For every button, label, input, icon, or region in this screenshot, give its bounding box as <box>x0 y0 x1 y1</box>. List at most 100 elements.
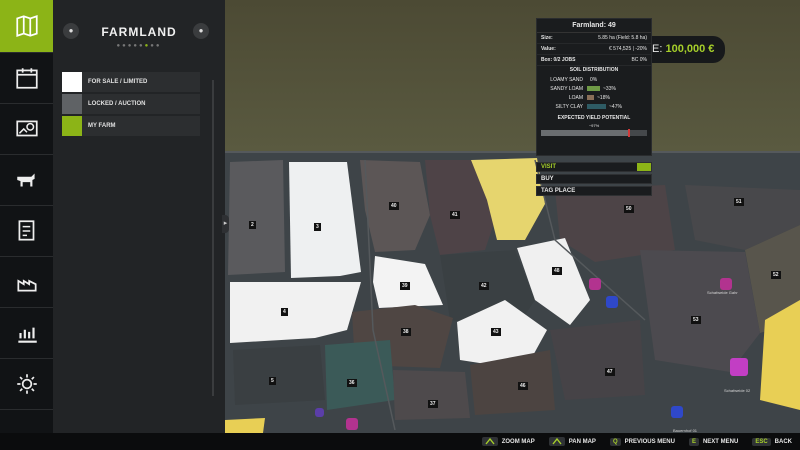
field-47 <box>550 320 645 400</box>
next-page-button[interactable]: ● <box>193 23 209 39</box>
farmland-info-card: Farmland: 49 Size: 5.85 ha (Field: 5.8 h… <box>536 18 652 156</box>
pan-map-label: PAN MAP <box>568 438 596 445</box>
tag-place-label: TAG PLACE <box>541 188 576 194</box>
legend-swatch <box>62 72 82 92</box>
legend-swatch <box>62 94 82 114</box>
field-label[interactable]: 40 <box>389 202 399 210</box>
statistics-icon <box>17 327 37 343</box>
map-canvas[interactable] <box>225 0 800 433</box>
map-view[interactable]: 2 3 40 41 50 51 39 42 48 52 4 38 43 53 5… <box>225 0 800 433</box>
rail-animals-button[interactable] <box>0 155 53 206</box>
farmland-panel: ● FARMLAND ● ●●●●●●●● FOR SALE / LIMITED… <box>53 0 229 433</box>
buy-label: BUY <box>541 176 554 182</box>
rail-settings-button[interactable] <box>0 359 53 410</box>
rail-production-button[interactable] <box>0 257 53 308</box>
field-label[interactable]: 50 <box>624 205 634 213</box>
soil-percent: ~33% <box>603 85 616 92</box>
buy-button[interactable]: BUY <box>536 174 652 184</box>
field-37 <box>393 370 470 420</box>
balance-value: 100,000 € <box>665 43 715 55</box>
rail-contracts-button[interactable] <box>0 206 53 257</box>
key-q: Q <box>609 437 621 446</box>
page-indicator: ●●●●●●●● <box>116 43 162 49</box>
poi-info-icon[interactable] <box>671 406 683 418</box>
poi-info-icon[interactable] <box>606 296 618 308</box>
soil-percent: 0% <box>590 76 598 83</box>
farmland-title: Farmland: 49 <box>537 19 651 33</box>
key-esc: ESC <box>752 437 771 446</box>
field-label[interactable]: 3 <box>314 223 321 231</box>
field-label[interactable]: 41 <box>450 211 460 219</box>
field-label[interactable]: 5 <box>269 377 276 385</box>
field-bottom-yellow <box>225 418 265 433</box>
rail-map-button[interactable] <box>0 0 53 53</box>
cow-icon <box>16 173 35 187</box>
mouse-wheel-icon <box>481 437 498 446</box>
gear-icon <box>16 374 37 394</box>
soil-row: LOAMY SAND 0% <box>537 75 651 84</box>
pan-map-hint[interactable]: PAN MAP <box>548 437 596 446</box>
field-label[interactable]: 51 <box>734 198 744 206</box>
visit-button[interactable]: VISIT <box>536 162 652 172</box>
field-label[interactable]: 37 <box>428 400 438 408</box>
poi-animal-icon[interactable] <box>720 278 732 290</box>
key-e: E <box>688 437 699 446</box>
previous-menu-hint[interactable]: Q PREVIOUS MENU <box>609 437 675 446</box>
back-hint[interactable]: ESC BACK <box>752 437 792 446</box>
field-label[interactable]: 4 <box>281 308 288 316</box>
legend-item[interactable]: MY FARM <box>62 116 200 136</box>
poi-vehicle-icon[interactable] <box>315 408 324 417</box>
field-label[interactable]: 47 <box>605 368 615 376</box>
legend-item[interactable]: FOR SALE / LIMITED <box>62 72 200 92</box>
mouse-drag-icon <box>548 437 565 446</box>
field-label[interactable]: 53 <box>691 316 701 324</box>
soil-name: LOAMY SAND <box>550 76 583 83</box>
soil-bar <box>587 104 606 109</box>
yield-value: ~97% <box>588 123 600 128</box>
field-label[interactable]: 43 <box>491 328 501 336</box>
field-label[interactable]: 52 <box>771 271 781 279</box>
balance-display: E: 100,000 € <box>644 36 725 63</box>
soil-name: SILTY CLAY <box>555 103 583 110</box>
legend-label: MY FARM <box>88 123 116 129</box>
poi-selected-icon[interactable] <box>730 358 748 376</box>
field-label[interactable]: 48 <box>552 267 562 275</box>
poi-shop-icon[interactable] <box>346 418 358 430</box>
value-value: € 574,525 | -20% <box>609 46 647 52</box>
legend-item[interactable]: LOCKED / AUCTION <box>62 94 200 114</box>
soil-row: SANDY LOAM ~33% <box>537 84 651 93</box>
yield-title: EXPECTED YIELD POTENTIAL <box>557 115 631 121</box>
soil-percent: ~18% <box>597 94 610 101</box>
soil-name: LOAM <box>568 94 583 101</box>
poi-shop-icon[interactable] <box>589 278 601 290</box>
size-value: 5.85 ha (Field: 5.8 ha) <box>598 35 647 41</box>
rail-statistics-button[interactable] <box>0 308 53 359</box>
soil-row: LOAM ~18% <box>537 93 651 102</box>
tag-place-button[interactable]: TAG PLACE <box>536 186 652 196</box>
terrain-area <box>225 0 800 152</box>
field-label[interactable]: 42 <box>479 282 489 290</box>
field-label[interactable]: 36 <box>347 379 357 387</box>
zoom-map-label: ZOOM MAP <box>501 438 535 445</box>
balance-prefix: E: <box>652 43 663 55</box>
soil-list: LOAMY SAND 0% SANDY LOAM ~33% LOAM ~18% SILTY … <box>537 75 651 111</box>
soil-row: SILTY CLAY ~47% <box>537 102 651 111</box>
soil-bar <box>587 95 594 100</box>
field-label[interactable]: 38 <box>401 328 411 336</box>
rail-calendar-button[interactable] <box>0 53 53 104</box>
zoom-map-hint[interactable]: ZOOM MAP <box>481 437 535 446</box>
collapse-panel-handle[interactable]: ▸ <box>222 215 229 233</box>
field-label[interactable]: 2 <box>249 221 256 229</box>
map-legend: FOR SALE / LIMITED LOCKED / AUCTION MY F… <box>62 72 200 138</box>
previous-menu-label: PREVIOUS MENU <box>624 438 675 445</box>
menu-rail <box>0 0 53 433</box>
field-label[interactable]: 39 <box>400 282 410 290</box>
soil-title: SOIL DISTRIBUTION <box>569 67 619 73</box>
rail-weather-button[interactable] <box>0 104 53 155</box>
legend-label: FOR SALE / LIMITED <box>88 79 148 85</box>
yield-fill <box>541 130 629 136</box>
field-actions: VISIT BUY TAG PLACE <box>536 162 652 198</box>
next-menu-hint[interactable]: E NEXT MENU <box>688 437 738 446</box>
panel-scrollbar[interactable] <box>212 80 214 396</box>
field-label[interactable]: 46 <box>518 382 528 390</box>
